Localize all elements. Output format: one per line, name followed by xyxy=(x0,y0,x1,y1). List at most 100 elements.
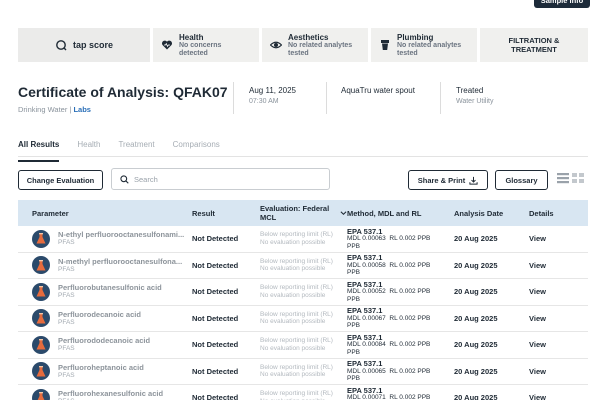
header-result[interactable]: Result xyxy=(192,209,260,218)
parameter-category: PFAS xyxy=(58,371,75,379)
search-icon xyxy=(120,174,129,184)
rl-value: RL 0.002 PPB xyxy=(389,288,431,295)
analysis-date: 20 Aug 2025 xyxy=(454,260,498,270)
tab-health[interactable]: Health xyxy=(77,140,100,156)
method-cell: EPA 537.1 MDL 0.00084 RL 0.002 PPB PPB xyxy=(347,333,454,357)
evaluation-note: No evaluation possible xyxy=(260,291,326,299)
header-method[interactable]: Method, MDL and RL xyxy=(347,209,454,218)
result-value: Not Detected xyxy=(192,313,239,323)
health-subtitle: No concerns detected xyxy=(179,41,222,57)
view-details-link[interactable]: View xyxy=(529,340,588,349)
evaluation-cell: Below reporting limit (RL) No evaluation… xyxy=(260,390,347,400)
list-view-icon[interactable] xyxy=(557,172,569,184)
parameter-cell: Perfluorohexanesulfonic acid PFAS xyxy=(18,388,192,400)
glossary-label: Glossary xyxy=(505,175,538,185)
evaluation-rl-text: Below reporting limit (RL) xyxy=(260,337,333,345)
plumbing-subtitle: No related analytes tested xyxy=(397,41,462,57)
unit-text: PPB xyxy=(347,322,361,329)
filtration-card[interactable]: FILTRATION & TREATMENT xyxy=(480,28,588,62)
method-name: EPA 537.1 xyxy=(347,279,383,289)
evaluation-note: No evaluation possible xyxy=(260,344,326,352)
unit-text: PPB xyxy=(347,269,361,276)
parameter-name[interactable]: N-methyl perfluorooctanesulfona... xyxy=(58,257,192,266)
parameter-name[interactable]: Perfluorododecanoic acid xyxy=(58,336,192,345)
evaluation-note: No evaluation possible xyxy=(260,265,326,273)
mdl-value: MDL 0.00084 xyxy=(347,341,386,348)
heart-icon xyxy=(161,40,173,50)
flask-icon xyxy=(32,335,50,354)
eye-icon xyxy=(270,41,282,49)
header-evaluation[interactable]: Evaluation: Federal MCL xyxy=(260,204,347,222)
mdl-value: MDL 0.00052 xyxy=(347,288,386,295)
water-type: Drinking Water xyxy=(18,105,68,114)
rl-value: RL 0.002 PPB xyxy=(389,394,431,400)
parameter-cell: Perfluorodecanoic acid PFAS xyxy=(18,309,192,328)
search-input[interactable] xyxy=(134,174,314,184)
header-parameter[interactable]: Parameter xyxy=(18,209,192,218)
table-row[interactable]: Perfluorobutanesulfonic acid PFAS Not De… xyxy=(18,279,588,306)
tabs-divider xyxy=(18,156,588,157)
aesthetics-card[interactable]: Aesthetics No related analytes tested xyxy=(262,28,368,62)
parameter-category: PFAS xyxy=(58,318,75,326)
aesthetics-subtitle: No related analytes tested xyxy=(288,41,353,57)
table-row[interactable]: Perfluorodecanoic acid PFAS Not Detected… xyxy=(18,306,588,332)
parameter-name[interactable]: Perfluoroheptanoic acid xyxy=(58,363,192,372)
view-details-link[interactable]: View xyxy=(529,287,588,296)
table-row[interactable]: Perfluoroheptanoic acid PFAS Not Detecte… xyxy=(18,359,588,385)
certificate-subtitle: Drinking Water | Labs xyxy=(18,105,228,114)
plumbing-card[interactable]: Plumbing No related analytes tested xyxy=(371,28,477,62)
parameter-cell: Perfluorododecanoic acid PFAS xyxy=(18,335,192,354)
page-title: Certificate of Analysis: QFAK07 xyxy=(18,84,228,100)
sample-date: Aug 11, 2025 07:30 AM xyxy=(249,86,296,105)
parameter-category: PFAS xyxy=(58,239,75,247)
table-row[interactable]: Perfluorododecanoic acid PFAS Not Detect… xyxy=(18,332,588,359)
header-date[interactable]: Analysis Date xyxy=(454,209,529,218)
view-details-link[interactable]: View xyxy=(529,234,588,243)
parameter-name[interactable]: Perfluorohexanesulfonic acid xyxy=(58,389,192,398)
view-details-link[interactable]: View xyxy=(529,393,588,400)
tap-score-card[interactable]: tap score xyxy=(18,28,150,62)
separator: | xyxy=(69,105,72,114)
method-cell: EPA 537.1 MDL 0.00058 RL 0.002 PPB PPB xyxy=(347,254,454,277)
change-evaluation-label: Change Evaluation xyxy=(26,175,95,185)
parameter-name[interactable]: Perfluorobutanesulfonic acid xyxy=(58,283,192,292)
view-toggle xyxy=(557,172,584,184)
treatment-text: Treated xyxy=(456,86,484,95)
method-cell: EPA 537.1 MDL 0.00065 RL 0.002 PPB PPB xyxy=(347,360,454,383)
evaluation-rl-text: Below reporting limit (RL) xyxy=(260,390,333,398)
tab-all-results[interactable]: All Results xyxy=(18,140,60,162)
tab-treatment[interactable]: Treatment xyxy=(118,140,154,156)
search-box[interactable] xyxy=(111,168,330,190)
parameter-name[interactable]: N-ethyl perfluorooctanesulfonami... xyxy=(58,230,192,239)
share-print-button[interactable]: Share & Print xyxy=(408,170,488,190)
grid-view-icon[interactable] xyxy=(572,172,584,184)
rl-value: RL 0.002 PPB xyxy=(389,367,431,375)
method-name: EPA 537.1 xyxy=(347,253,383,262)
table-row[interactable]: Perfluorohexanesulfonic acid PFAS Not De… xyxy=(18,385,588,400)
view-details-link[interactable]: View xyxy=(529,314,588,323)
labs-link[interactable]: Labs xyxy=(73,105,91,114)
method-cell: EPA 537.1 MDL 0.00052 RL 0.002 PPB PPB xyxy=(347,279,454,304)
view-details-link[interactable]: View xyxy=(529,261,588,270)
mdl-rl-text: MDL 0.00071 RL 0.002 PPB xyxy=(347,394,454,400)
rl-value: RL 0.002 PPB xyxy=(389,261,431,269)
tab-comparisons[interactable]: Comparisons xyxy=(173,140,220,156)
health-title: Health xyxy=(179,32,204,42)
divider xyxy=(326,82,327,114)
rl-value: RL 0.002 PPB xyxy=(389,235,431,242)
view-details-link[interactable]: View xyxy=(529,367,588,376)
parameter-name[interactable]: Perfluorodecanoic acid xyxy=(58,310,192,319)
change-evaluation-button[interactable]: Change Evaluation xyxy=(18,170,103,190)
result-value: Not Detected xyxy=(192,260,239,270)
method-name: EPA 537.1 xyxy=(347,226,383,236)
mdl-rl-text: MDL 0.00067 RL 0.002 PPB xyxy=(347,315,454,323)
certificate-header: Certificate of Analysis: QFAK07 Drinking… xyxy=(18,84,228,114)
sample-info-button[interactable]: Sample Info xyxy=(534,0,590,8)
table-row[interactable]: N-methyl perfluorooctanesulfona... PFAS … xyxy=(18,253,588,279)
flask-icon xyxy=(32,229,50,248)
glossary-button[interactable]: Glossary xyxy=(495,170,548,190)
health-card[interactable]: Health No concerns detected xyxy=(153,28,259,62)
rl-value: RL 0.002 PPB xyxy=(389,314,431,322)
table-row[interactable]: N-ethyl perfluorooctanesulfonami... PFAS… xyxy=(18,226,588,253)
header-details[interactable]: Details xyxy=(529,209,588,218)
